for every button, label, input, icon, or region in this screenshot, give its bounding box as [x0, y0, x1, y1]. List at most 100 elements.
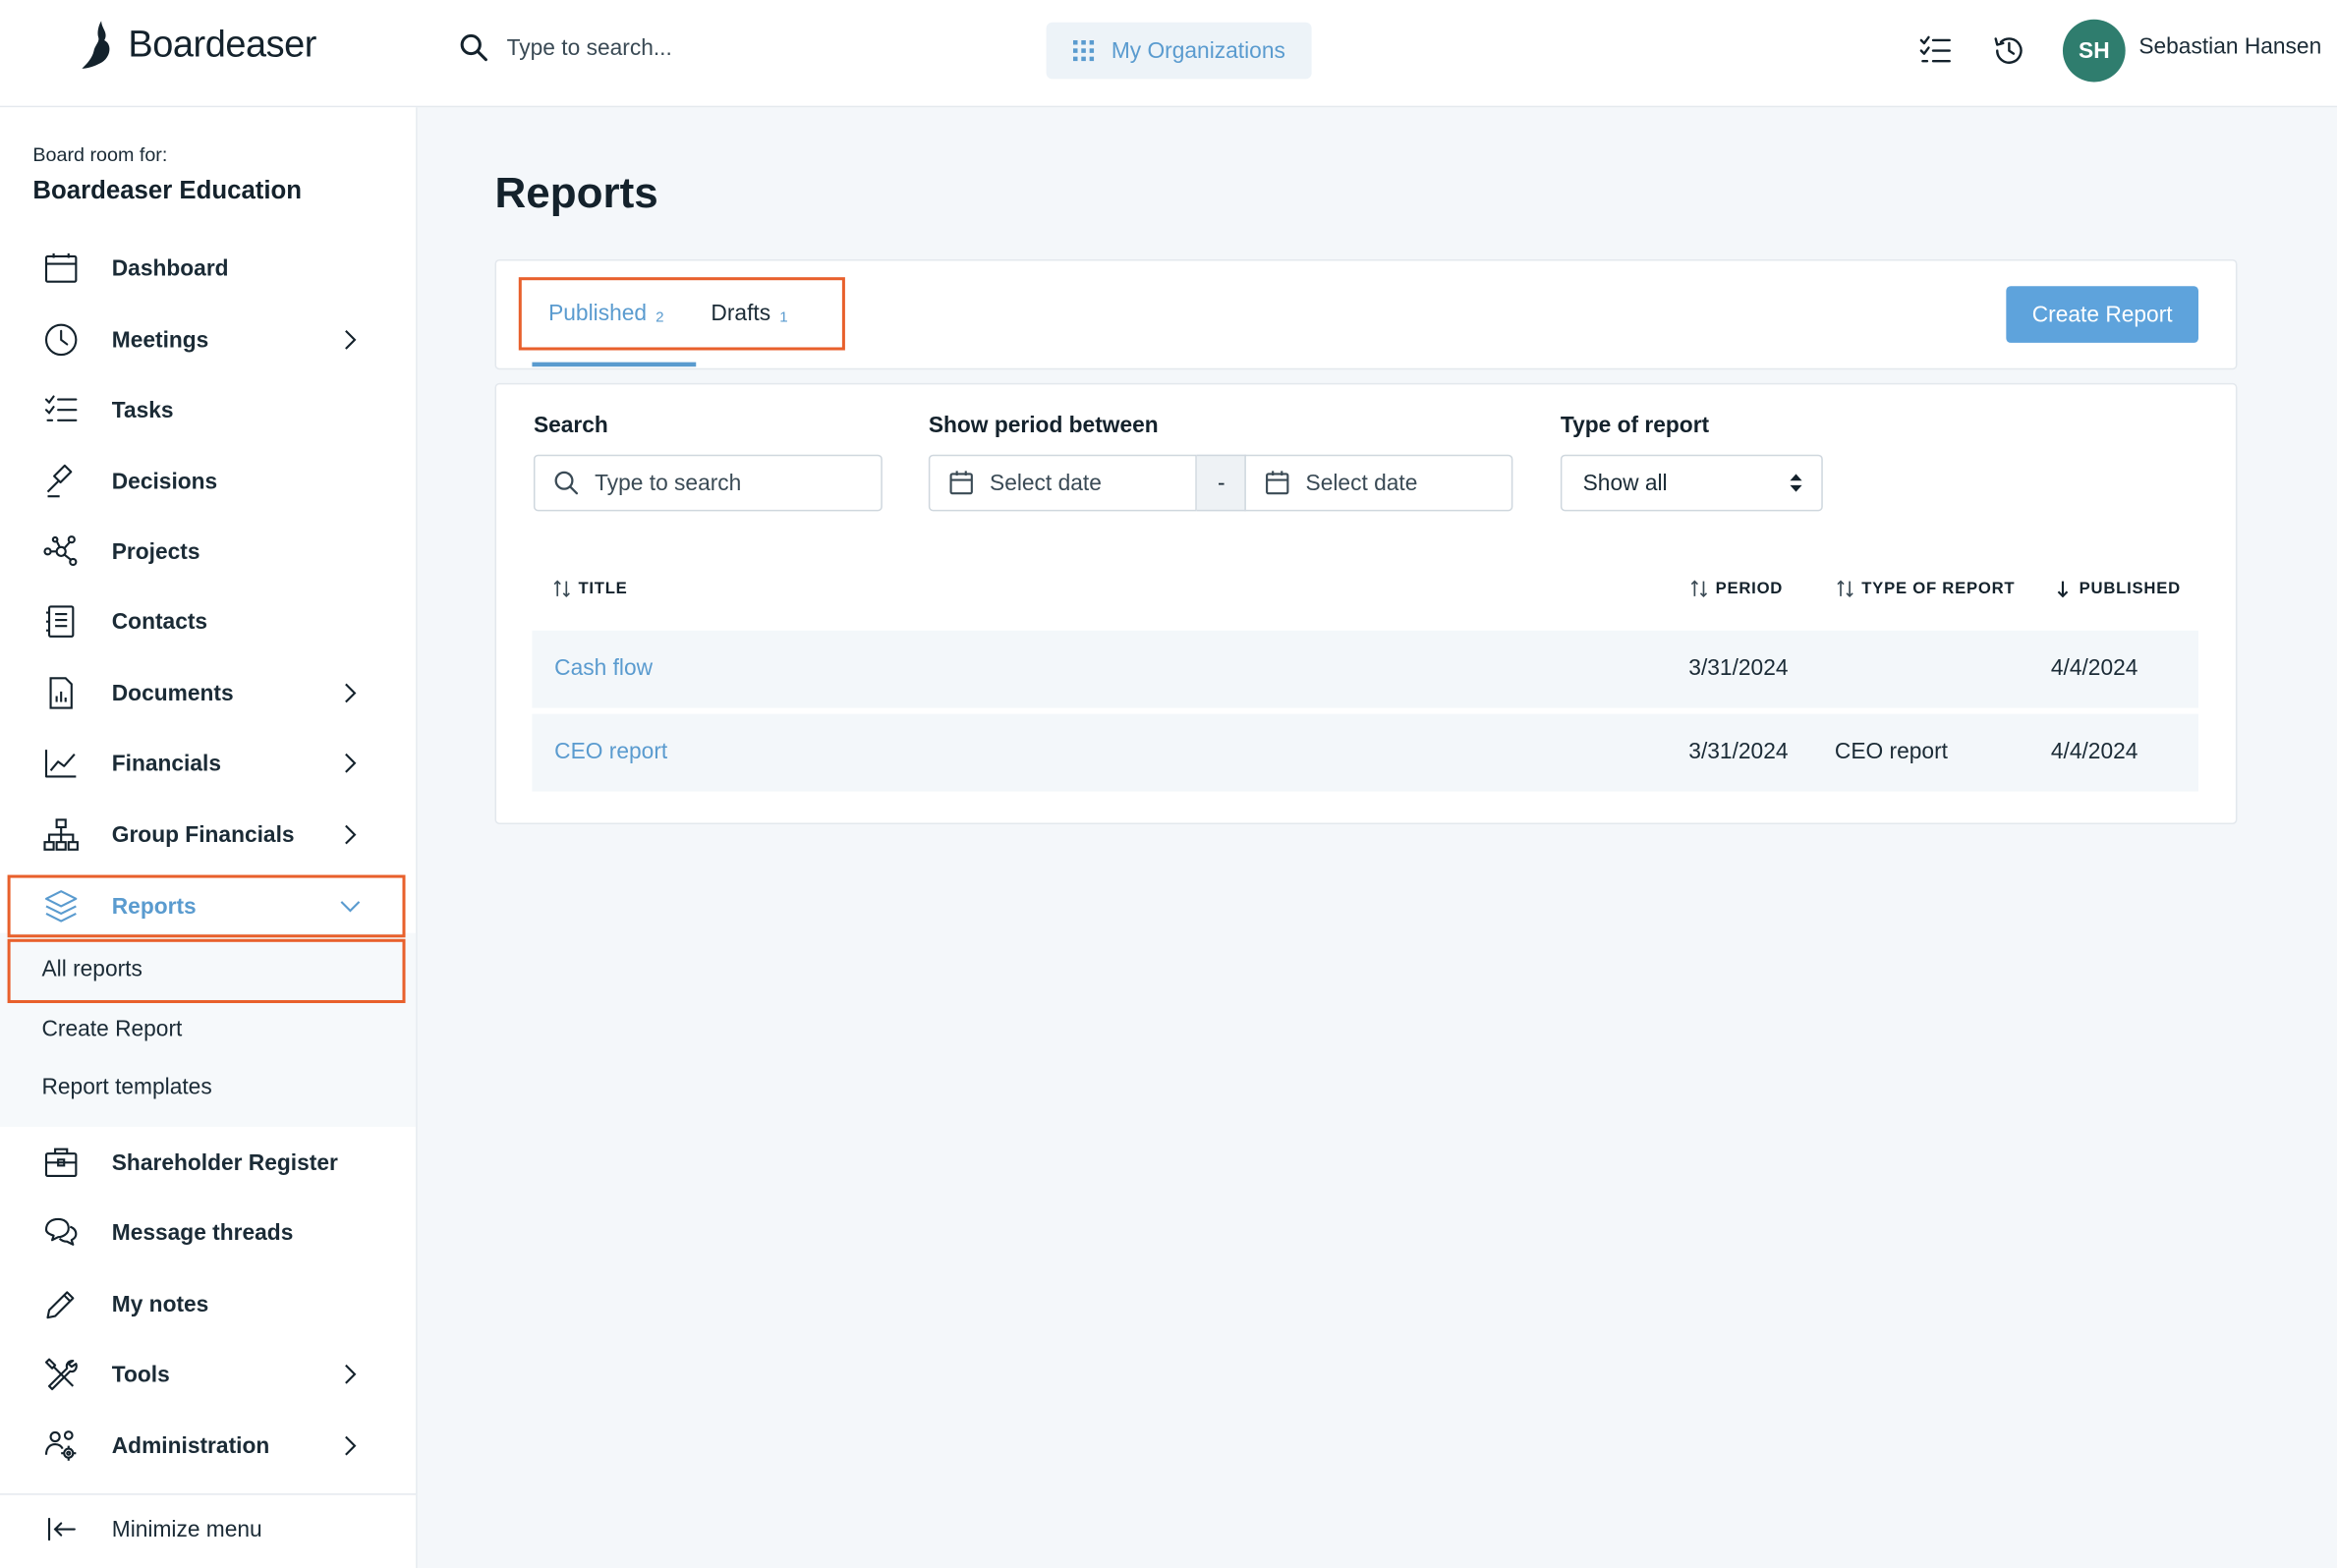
- briefcase-icon: [41, 1144, 80, 1182]
- chevron-right-icon: [345, 683, 357, 703]
- history-icon[interactable]: [1991, 32, 2026, 68]
- report-published: 4/4/2024: [2050, 739, 2138, 765]
- sidebar-item-label: Administration: [111, 1432, 270, 1459]
- chevron-right-icon: [345, 330, 357, 350]
- report-type-select[interactable]: Show all: [1560, 454, 1823, 512]
- sidebar-item-tasks[interactable]: Tasks: [9, 380, 402, 440]
- report-type-value: Show all: [1582, 470, 1668, 496]
- minimize-menu-label: Minimize menu: [111, 1516, 262, 1542]
- sidebar-item-administration[interactable]: Administration: [9, 1416, 402, 1476]
- sidebar-item-meetings[interactable]: Meetings: [9, 310, 402, 370]
- tools-icon: [41, 1355, 80, 1393]
- user-avatar[interactable]: SH: [2062, 19, 2126, 83]
- sort-descending-icon: [2057, 581, 2069, 598]
- period-filter-label: Show period between: [928, 413, 1159, 439]
- report-type-label: Type of report: [1560, 413, 1710, 439]
- sidebar-item-projects[interactable]: Projects: [9, 522, 402, 582]
- report-type: CEO report: [1834, 739, 1948, 765]
- sidebar-item-label: Tasks: [111, 397, 174, 423]
- column-header-period[interactable]: PERIOD: [1690, 580, 1783, 597]
- table-row[interactable]: Cash flow 3/31/2024 4/4/2024: [532, 630, 2198, 708]
- checklist-icon: [41, 390, 80, 428]
- create-report-button[interactable]: Create Report: [2006, 286, 2198, 343]
- all-reports-highlight-box: [7, 938, 406, 1004]
- sidebar-item-label: Financials: [111, 750, 222, 776]
- sidebar-item-label: Group Financials: [111, 821, 295, 848]
- period-start-input[interactable]: [990, 470, 1169, 496]
- address-book-icon: [41, 602, 80, 641]
- search-filter[interactable]: [533, 454, 883, 512]
- page-title: Reports: [494, 169, 658, 218]
- column-header-label: PUBLISHED: [2079, 580, 2181, 598]
- report-title-link[interactable]: CEO report: [554, 739, 667, 764]
- period-start-date[interactable]: [928, 454, 1197, 512]
- sidebar-item-label: Projects: [111, 538, 200, 565]
- period-end-input[interactable]: [1305, 470, 1485, 496]
- period-separator: -: [1196, 454, 1246, 512]
- line-chart-icon: [41, 744, 80, 782]
- sidebar-item-documents[interactable]: Documents: [9, 663, 402, 723]
- column-header-title[interactable]: TITLE: [553, 580, 628, 597]
- search-filter-label: Search: [533, 413, 608, 439]
- sidebar-item-my-notes[interactable]: My notes: [9, 1274, 402, 1334]
- tasks-checklist-icon[interactable]: [1918, 32, 1954, 68]
- minimize-menu-button[interactable]: Minimize menu: [9, 1499, 402, 1559]
- document-chart-icon: [41, 674, 80, 712]
- org-chart-icon: [41, 815, 80, 854]
- table-row[interactable]: CEO report 3/31/2024 CEO report 4/4/2024: [532, 713, 2198, 792]
- sidebar-item-contacts[interactable]: Contacts: [9, 591, 402, 651]
- chevron-right-icon: [345, 824, 357, 845]
- my-organizations-button[interactable]: My Organizations: [1046, 22, 1312, 80]
- sidebar-item-shareholder-register[interactable]: Shareholder Register: [9, 1133, 402, 1193]
- sidebar-item-decisions[interactable]: Decisions: [9, 452, 402, 512]
- search-icon: [554, 471, 579, 495]
- submenu-create-report[interactable]: Create Report: [41, 1017, 182, 1042]
- sidebar-item-label: Decisions: [111, 469, 218, 494]
- sidebar-item-message-threads[interactable]: Message threads: [9, 1203, 402, 1262]
- submenu-report-templates[interactable]: Report templates: [41, 1075, 211, 1100]
- sidebar: Board room for: Boardeaser Education Das…: [0, 107, 418, 1568]
- chevron-right-icon: [345, 1435, 357, 1456]
- sidebar-item-label: Shareholder Register: [111, 1149, 338, 1176]
- gavel-icon: [41, 462, 80, 500]
- reports-table-card: Search Show period between - Type of rep…: [494, 382, 2238, 824]
- clock-icon: [41, 320, 80, 359]
- top-bar: Boardeaser My Organizations: [0, 0, 2337, 108]
- column-header-published[interactable]: PUBLISHED: [2054, 580, 2181, 597]
- report-period: 3/31/2024: [1688, 655, 1789, 682]
- column-header-type[interactable]: TYPE OF REPORT: [1836, 580, 2015, 597]
- tabs-card: Published 2 Drafts 1 Create Report: [494, 258, 2238, 370]
- period-end-date[interactable]: [1244, 454, 1513, 512]
- sidebar-item-financials[interactable]: Financials: [9, 733, 402, 793]
- search-filter-input[interactable]: [595, 470, 833, 496]
- sidebar-item-tools[interactable]: Tools: [9, 1344, 402, 1404]
- search-icon: [460, 33, 487, 62]
- report-title-link[interactable]: Cash flow: [554, 656, 653, 682]
- global-search[interactable]: [459, 32, 894, 62]
- report-period: 3/31/2024: [1688, 739, 1789, 765]
- sidebar-item-dashboard[interactable]: Dashboard: [9, 239, 402, 299]
- sort-icon: [1690, 580, 1708, 598]
- calendar-icon: [1266, 471, 1289, 495]
- calendar-window-icon: [41, 249, 80, 287]
- tabs-highlight-box: [518, 277, 845, 351]
- logo-mark-icon: [82, 21, 110, 69]
- boardeaser-logo[interactable]: Boardeaser: [81, 18, 316, 72]
- users-gear-icon: [41, 1427, 80, 1465]
- sidebar-divider: [0, 1493, 417, 1495]
- global-search-input[interactable]: [506, 34, 894, 61]
- pencil-icon: [41, 1285, 80, 1323]
- reports-highlight-box: [7, 874, 406, 938]
- sidebar-item-group-financials[interactable]: Group Financials: [9, 805, 402, 865]
- sidebar-item-label: Meetings: [111, 327, 209, 353]
- column-header-label: TITLE: [578, 580, 628, 598]
- user-name[interactable]: Sebastian Hansen: [2138, 34, 2321, 60]
- grid-icon: [1072, 39, 1094, 62]
- calendar-icon: [949, 471, 973, 495]
- sort-caret-icon: [1790, 474, 1802, 492]
- board-room-label: Board room for:: [32, 142, 168, 166]
- sidebar-item-label: Documents: [111, 680, 234, 706]
- chevron-right-icon: [345, 1364, 357, 1384]
- active-tab-indicator: [532, 362, 697, 367]
- chat-bubbles-icon: [41, 1213, 80, 1252]
